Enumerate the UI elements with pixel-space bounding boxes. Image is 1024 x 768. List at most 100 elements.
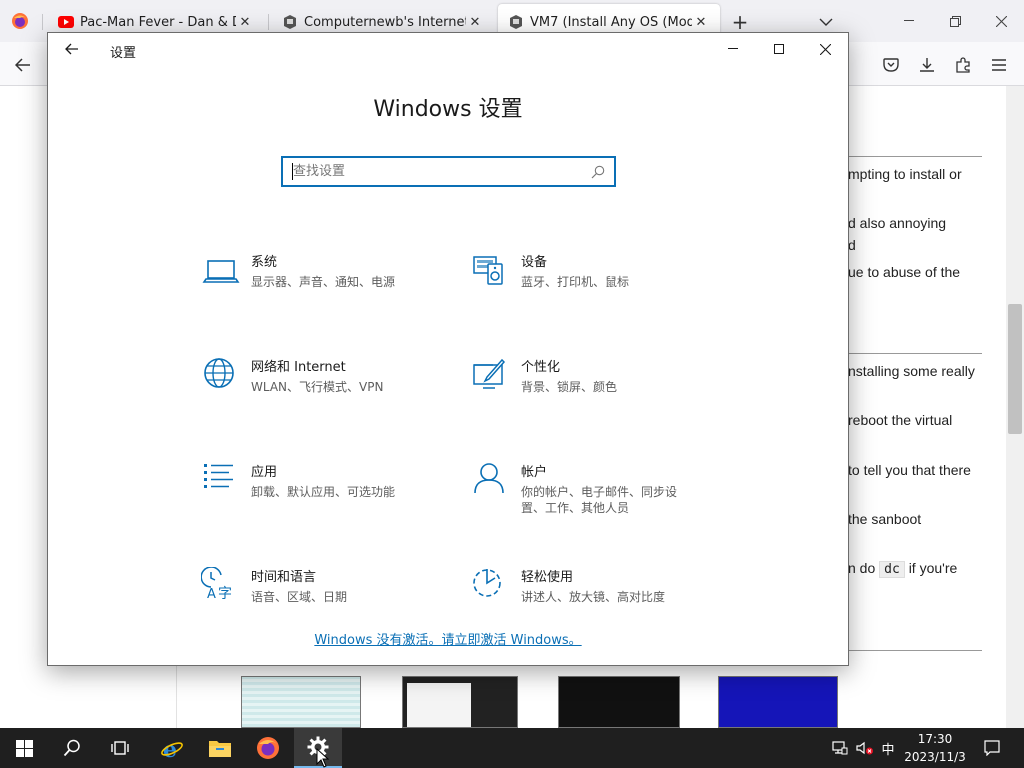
firefox-icon[interactable] xyxy=(244,728,292,768)
category-label: 设备 xyxy=(521,255,548,270)
category-label: 时间和语言 xyxy=(251,570,317,585)
task-view-icon[interactable] xyxy=(96,728,144,768)
category-devices[interactable]: 设备 蓝牙、打印机、鼠标 xyxy=(471,254,721,314)
category-label: 系统 xyxy=(251,255,278,270)
category-description: 卸载、默认应用、可选功能 xyxy=(251,485,396,499)
back-arrow-icon[interactable] xyxy=(8,50,38,80)
activation-link[interactable]: Windows 没有激活。请立即激活 Windows。 xyxy=(48,629,848,648)
clock-date: 2023/11/3 xyxy=(904,750,966,764)
close-tab-icon[interactable]: ✕ xyxy=(692,15,710,30)
search-box xyxy=(281,156,616,187)
pocket-icon[interactable] xyxy=(876,50,906,80)
tab-separator xyxy=(268,14,269,30)
vm-thumbnail[interactable] xyxy=(402,676,518,728)
category-description: WLAN、飞行模式、VPN xyxy=(251,380,384,394)
category-accounts[interactable]: 帐户 你的帐户、电子邮件、同步设置、工作、其他人员 xyxy=(471,462,711,524)
category-description: 蓝牙、打印机、鼠标 xyxy=(521,275,630,289)
downloads-icon[interactable] xyxy=(912,50,942,80)
file-explorer-icon[interactable] xyxy=(196,728,244,768)
maximize-icon[interactable] xyxy=(756,33,802,65)
extensions-icon[interactable] xyxy=(948,50,978,80)
hamburger-menu-icon[interactable] xyxy=(984,50,1014,80)
person-icon xyxy=(471,462,511,502)
search-icon[interactable] xyxy=(588,162,608,182)
category-network[interactable]: 网络和 Internet WLAN、飞行模式、VPN xyxy=(201,357,451,419)
time-language-icon: A字 xyxy=(200,566,241,607)
page-text: ue to abuse of the xyxy=(848,264,961,280)
category-system[interactable]: 系统 显示器、声音、通知、电源 xyxy=(201,254,451,314)
inline-code: dc xyxy=(879,561,905,578)
category-description: 语音、区域、日期 xyxy=(251,590,348,604)
divider xyxy=(848,353,982,354)
minimize-browser-icon[interactable] xyxy=(886,0,932,42)
vm-thumbnail[interactable] xyxy=(241,676,361,728)
vm-thumbnail[interactable] xyxy=(718,676,838,728)
page-text: to tell you that there xyxy=(848,462,971,478)
apps-list-icon xyxy=(201,462,241,502)
page-scrollbar-thumb[interactable] xyxy=(1008,304,1022,434)
search-icon[interactable] xyxy=(48,728,96,768)
vm-thumbnail[interactable] xyxy=(558,676,680,728)
back-arrow-icon[interactable] xyxy=(60,37,84,61)
computer-icon xyxy=(508,14,524,30)
category-personalization[interactable]: 个性化 背景、锁屏、颜色 xyxy=(471,357,721,419)
tab-title: Computernewb's Internet Pu xyxy=(304,14,466,30)
category-label: 网络和 Internet xyxy=(251,360,346,375)
category-description: 背景、锁屏、颜色 xyxy=(521,380,618,394)
svg-text:字: 字 xyxy=(218,586,232,602)
computer-icon xyxy=(282,14,298,30)
tab-title: VM7 (Install Any OS (Moder xyxy=(530,14,692,30)
close-browser-icon[interactable] xyxy=(978,0,1024,42)
globe-icon xyxy=(201,357,241,397)
page-text: reboot the virtual xyxy=(848,412,953,428)
ime-indicator[interactable]: 中 xyxy=(878,728,898,768)
firefox-menu-icon[interactable] xyxy=(0,0,40,42)
notification-icon[interactable] xyxy=(980,728,1004,768)
settings-window: 设置 Windows 设置 系统 显示器、声音、通知、电源 设备 蓝牙、打印机 xyxy=(47,32,849,666)
close-tab-icon[interactable]: ✕ xyxy=(236,15,254,30)
close-icon[interactable] xyxy=(802,33,848,65)
restore-browser-icon[interactable] xyxy=(932,0,978,42)
volume-muted-icon[interactable] xyxy=(854,728,876,768)
network-icon[interactable] xyxy=(830,728,850,768)
tab-separator xyxy=(42,14,43,30)
page-text: mpting to install or xyxy=(848,166,962,182)
page-text: d xyxy=(848,237,856,253)
svg-text:A: A xyxy=(207,587,216,602)
category-ease-of-access[interactable]: 轻松使用 讲述人、放大镜、高对比度 xyxy=(471,569,721,629)
page-text: nstalling some really xyxy=(848,363,975,379)
page-text: n do dc if you're xyxy=(848,560,958,578)
search-input[interactable] xyxy=(283,158,573,185)
personalization-icon xyxy=(471,357,511,397)
category-description: 讲述人、放大镜、高对比度 xyxy=(521,590,666,604)
category-time-language[interactable]: A字 时间和语言 语音、区域、日期 xyxy=(200,566,451,629)
minimize-icon[interactable] xyxy=(710,33,756,65)
youtube-icon xyxy=(58,14,74,30)
window-title: 设置 xyxy=(110,46,137,61)
page-text: if you're xyxy=(908,560,958,576)
tab-title: Pac-Man Fever - Dan & Dav xyxy=(80,14,236,30)
category-apps[interactable]: 应用 卸载、默认应用、可选功能 xyxy=(201,464,451,524)
page-text: d also annoying xyxy=(848,215,947,231)
category-description: 显示器、声音、通知、电源 xyxy=(251,275,396,289)
system-clock[interactable]: 17:30 2023/11/3 xyxy=(898,730,972,766)
category-label: 个性化 xyxy=(521,360,561,375)
devices-icon xyxy=(471,252,511,292)
taskbar: e 中 17:30 2023/11/3 xyxy=(0,728,1024,768)
divider xyxy=(848,156,982,157)
close-tab-icon[interactable]: ✕ xyxy=(466,15,484,30)
category-description: 你的帐户、电子邮件、同步设置、工作、其他人员 xyxy=(521,485,678,515)
divider xyxy=(848,650,982,651)
text-caret xyxy=(292,163,293,180)
page-text: the sanboot xyxy=(848,511,922,527)
internet-explorer-icon[interactable]: e xyxy=(148,728,196,768)
page-text: n do xyxy=(848,560,876,576)
category-label: 帐户 xyxy=(521,465,548,480)
thumbnail-window xyxy=(407,683,471,727)
category-label: 轻松使用 xyxy=(521,570,574,585)
category-label: 应用 xyxy=(251,465,278,480)
mouse-cursor-icon xyxy=(316,747,330,768)
clock-time: 17:30 xyxy=(917,732,953,746)
page-title: Windows 设置 xyxy=(373,97,523,122)
start-windows-icon[interactable] xyxy=(0,728,48,768)
